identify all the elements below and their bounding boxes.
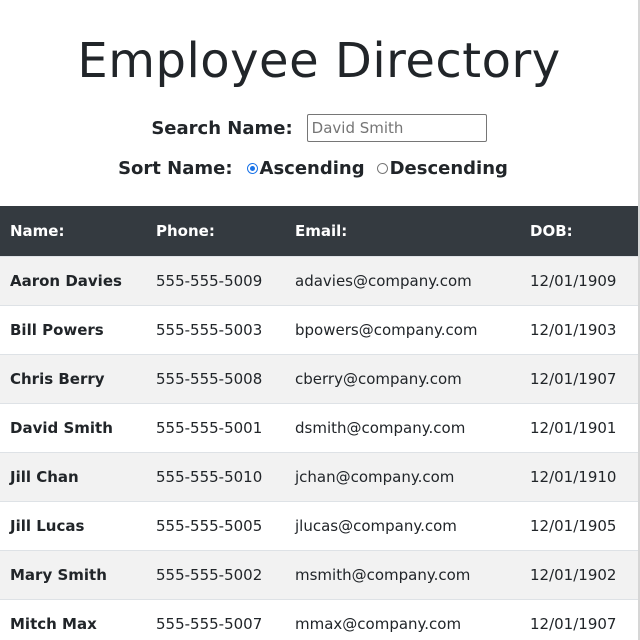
employee-dob: 12/01/1901 (530, 418, 617, 437)
column-header-dob: DOB: (530, 221, 573, 240)
employee-email: cberry@company.com (295, 369, 462, 388)
table-header: Name: Phone: Email: DOB: (0, 206, 638, 256)
employee-dob: 12/01/1903 (530, 320, 617, 339)
employee-phone: 555-555-5007 (156, 614, 263, 633)
employee-dob: 12/01/1910 (530, 467, 617, 486)
employee-email: jchan@company.com (295, 467, 455, 486)
table-row: Jill Lucas 555-555-5005 jlucas@company.com… (0, 501, 638, 550)
employee-name: Jill Lucas (10, 516, 85, 535)
page: Employee Directory Search Name: Sort Nam… (0, 0, 640, 640)
employee-name: Jill Chan (10, 467, 79, 486)
employee-name: Chris Berry (10, 369, 105, 388)
search-input[interactable] (306, 114, 487, 142)
employee-dob: 12/01/1907 (530, 369, 617, 388)
employee-dob: 12/01/1909 (530, 271, 617, 290)
employee-phone: 555-555-5010 (156, 467, 263, 486)
employee-name: Bill Powers (10, 320, 104, 339)
table-row: Chris Berry 555-555-5008 cberry@company.co… (0, 354, 638, 403)
sort-row: Sort Name: Ascending Descending (0, 158, 638, 179)
employee-phone: 555-555-5003 (156, 320, 263, 339)
sort-label: Sort Name: (118, 158, 233, 179)
table-row: Mary Smith 555-555-5002 msmith@company.com… (0, 550, 638, 599)
employee-name: Mitch Max (10, 614, 97, 633)
table-header-row: Name: Phone: Email: DOB: (0, 206, 638, 256)
employee-dob: 12/01/1905 (530, 516, 617, 535)
search-row: Search Name: (0, 114, 638, 142)
employee-dob: 12/01/1902 (530, 565, 617, 584)
table-row: Bill Powers 555-555-5003 bpowers@company.c… (0, 305, 638, 354)
page-title: Employee Directory (77, 33, 561, 89)
employee-name: David Smith (10, 418, 113, 437)
table-row: Aaron Davies 555-555-5009 adavies@company.… (0, 256, 638, 305)
employee-phone: 555-555-5008 (156, 369, 263, 388)
sort-descending-radio[interactable] (376, 163, 388, 174)
column-header-phone: Phone: (156, 221, 215, 240)
table-row: David Smith 555-555-5001 dsmith@company.co… (0, 403, 638, 452)
employee-phone: 555-555-5002 (156, 565, 263, 584)
employee-email: msmith@company.com (295, 565, 471, 584)
search-label: Search Name: (151, 117, 293, 139)
sort-ascending-label[interactable]: Ascending (260, 158, 365, 179)
table-body: Aaron Davies 555-555-5009 adavies@company.… (0, 256, 638, 640)
sort-ascending-radio[interactable] (246, 163, 258, 174)
employee-email: dsmith@company.com (295, 418, 466, 437)
employee-table: Name: Phone: Email: DOB: Aaron Davies 555… (0, 206, 638, 640)
table-row: Jill Chan 555-555-5010 jchan@company.com 12… (0, 452, 638, 501)
employee-name: Aaron Davies (10, 271, 122, 290)
employee-name: Mary Smith (10, 565, 107, 584)
employee-phone: 555-555-5005 (156, 516, 263, 535)
employee-phone: 555-555-5001 (156, 418, 263, 437)
column-header-name: Name: (10, 221, 65, 240)
column-header-email: Email: (295, 221, 348, 240)
employee-dob: 12/01/1907 (530, 614, 617, 633)
employee-email: bpowers@company.com (295, 320, 478, 339)
employee-email: adavies@company.com (295, 271, 472, 290)
employee-email: jlucas@company.com (295, 516, 457, 535)
sort-descending-option[interactable]: Descending (376, 158, 508, 179)
sort-descending-label[interactable]: Descending (390, 158, 508, 179)
table-row: Mitch Max 555-555-5007 mmax@company.com 12/… (0, 599, 638, 640)
employee-email: mmax@company.com (295, 614, 462, 633)
employee-phone: 555-555-5009 (156, 271, 263, 290)
sort-ascending-option[interactable]: Ascending (246, 158, 365, 179)
